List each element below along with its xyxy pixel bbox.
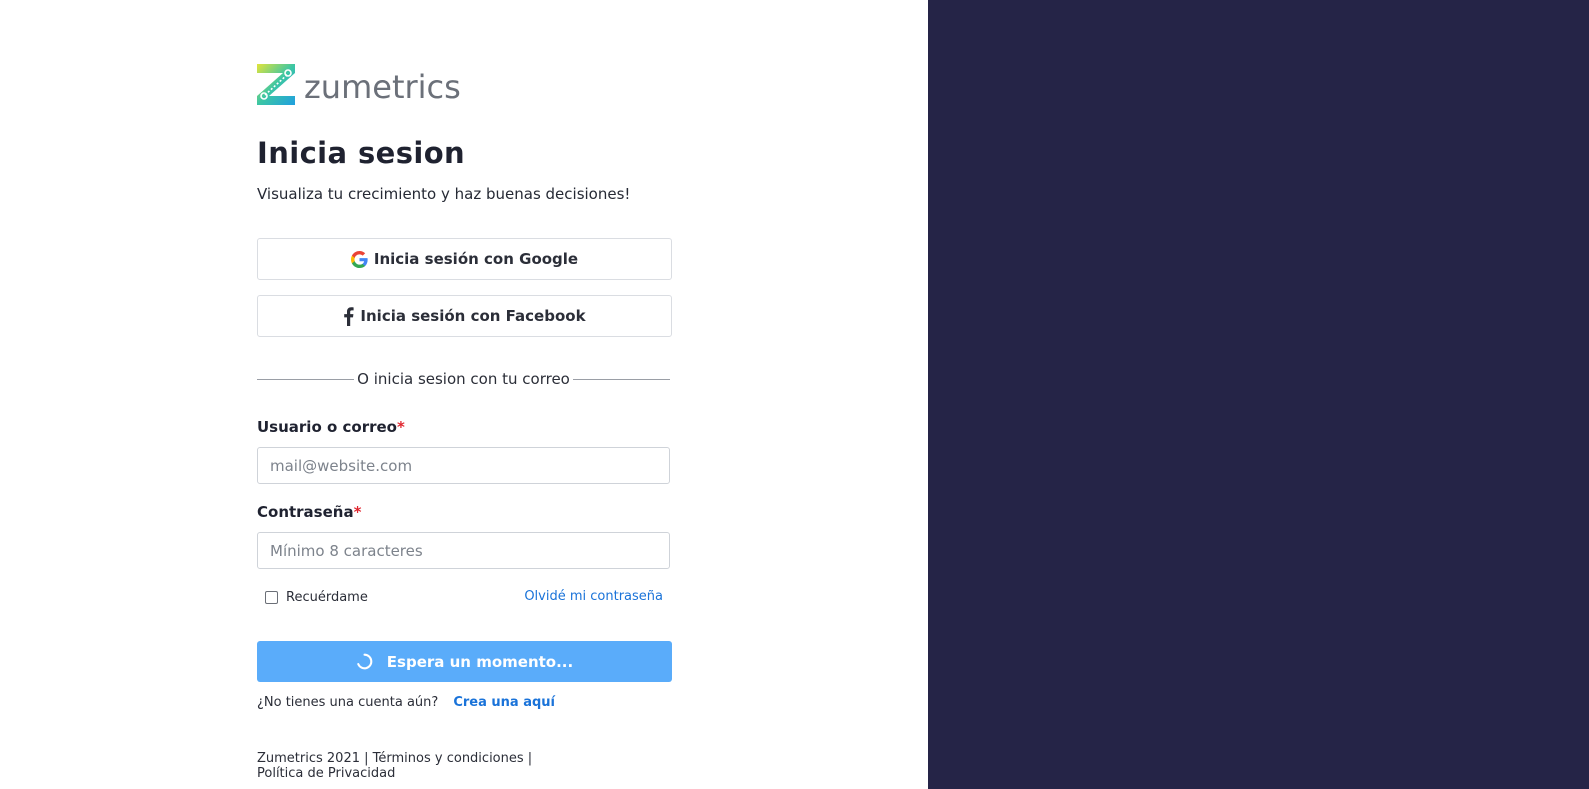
password-field[interactable] xyxy=(257,532,670,569)
required-mark: * xyxy=(396,418,405,436)
submit-button[interactable]: Espera un momento... xyxy=(257,641,672,682)
password-field-label: Contraseña* xyxy=(257,503,361,521)
signup-link[interactable]: Crea una aquí xyxy=(453,695,555,710)
footer-privacy-link[interactable]: Política de Privacidad xyxy=(257,766,395,781)
google-icon xyxy=(350,250,368,268)
facebook-icon xyxy=(343,306,355,326)
user-field-label: Usuario o correo* xyxy=(257,418,405,436)
google-login-label: Inicia sesión con Google xyxy=(373,250,579,268)
right-panel xyxy=(928,0,1589,789)
footer: Zumetrics 2021 | Términos y condiciones … xyxy=(257,751,672,781)
email-field[interactable] xyxy=(257,447,670,484)
remember-me[interactable]: Recuérdame xyxy=(265,590,368,605)
user-label-text: Usuario o correo xyxy=(257,418,397,436)
footer-separator: | xyxy=(527,751,533,766)
signup-row: ¿No tienes una cuenta aún? Crea una aquí xyxy=(257,695,555,710)
footer-terms-link[interactable]: Términos y condiciones xyxy=(373,751,524,766)
password-label-text: Contraseña xyxy=(257,503,354,521)
footer-copyright: Zumetrics 2021 xyxy=(257,751,360,766)
page-subtitle: Visualiza tu crecimiento y haz buenas de… xyxy=(257,185,631,203)
page-title: Inicia sesion xyxy=(257,136,466,170)
divider-text: O inicia sesion con tu correo xyxy=(357,370,570,388)
divider-line-right xyxy=(572,378,671,380)
facebook-login-label: Inicia sesión con Facebook xyxy=(360,307,586,325)
brand-name: zumetrics xyxy=(304,67,461,106)
zumetrics-logo-icon xyxy=(257,64,295,109)
facebook-login-button[interactable]: Inicia sesión con Facebook xyxy=(257,295,672,337)
submit-label: Espera un momento... xyxy=(386,652,574,671)
remember-label: Recuérdame xyxy=(286,590,368,605)
remember-checkbox[interactable] xyxy=(265,591,278,604)
footer-separator: | xyxy=(364,751,369,766)
signup-prompt: ¿No tienes una cuenta aún? xyxy=(257,695,439,710)
divider-line-left xyxy=(257,378,355,380)
spinner-icon xyxy=(356,653,373,670)
email-divider: O inicia sesion con tu correo xyxy=(257,370,671,388)
forgot-password-link[interactable]: Olvidé mi contraseña xyxy=(524,589,663,604)
google-login-button[interactable]: Inicia sesión con Google xyxy=(257,238,672,280)
logo: zumetrics xyxy=(257,64,461,109)
required-mark: * xyxy=(353,503,362,521)
